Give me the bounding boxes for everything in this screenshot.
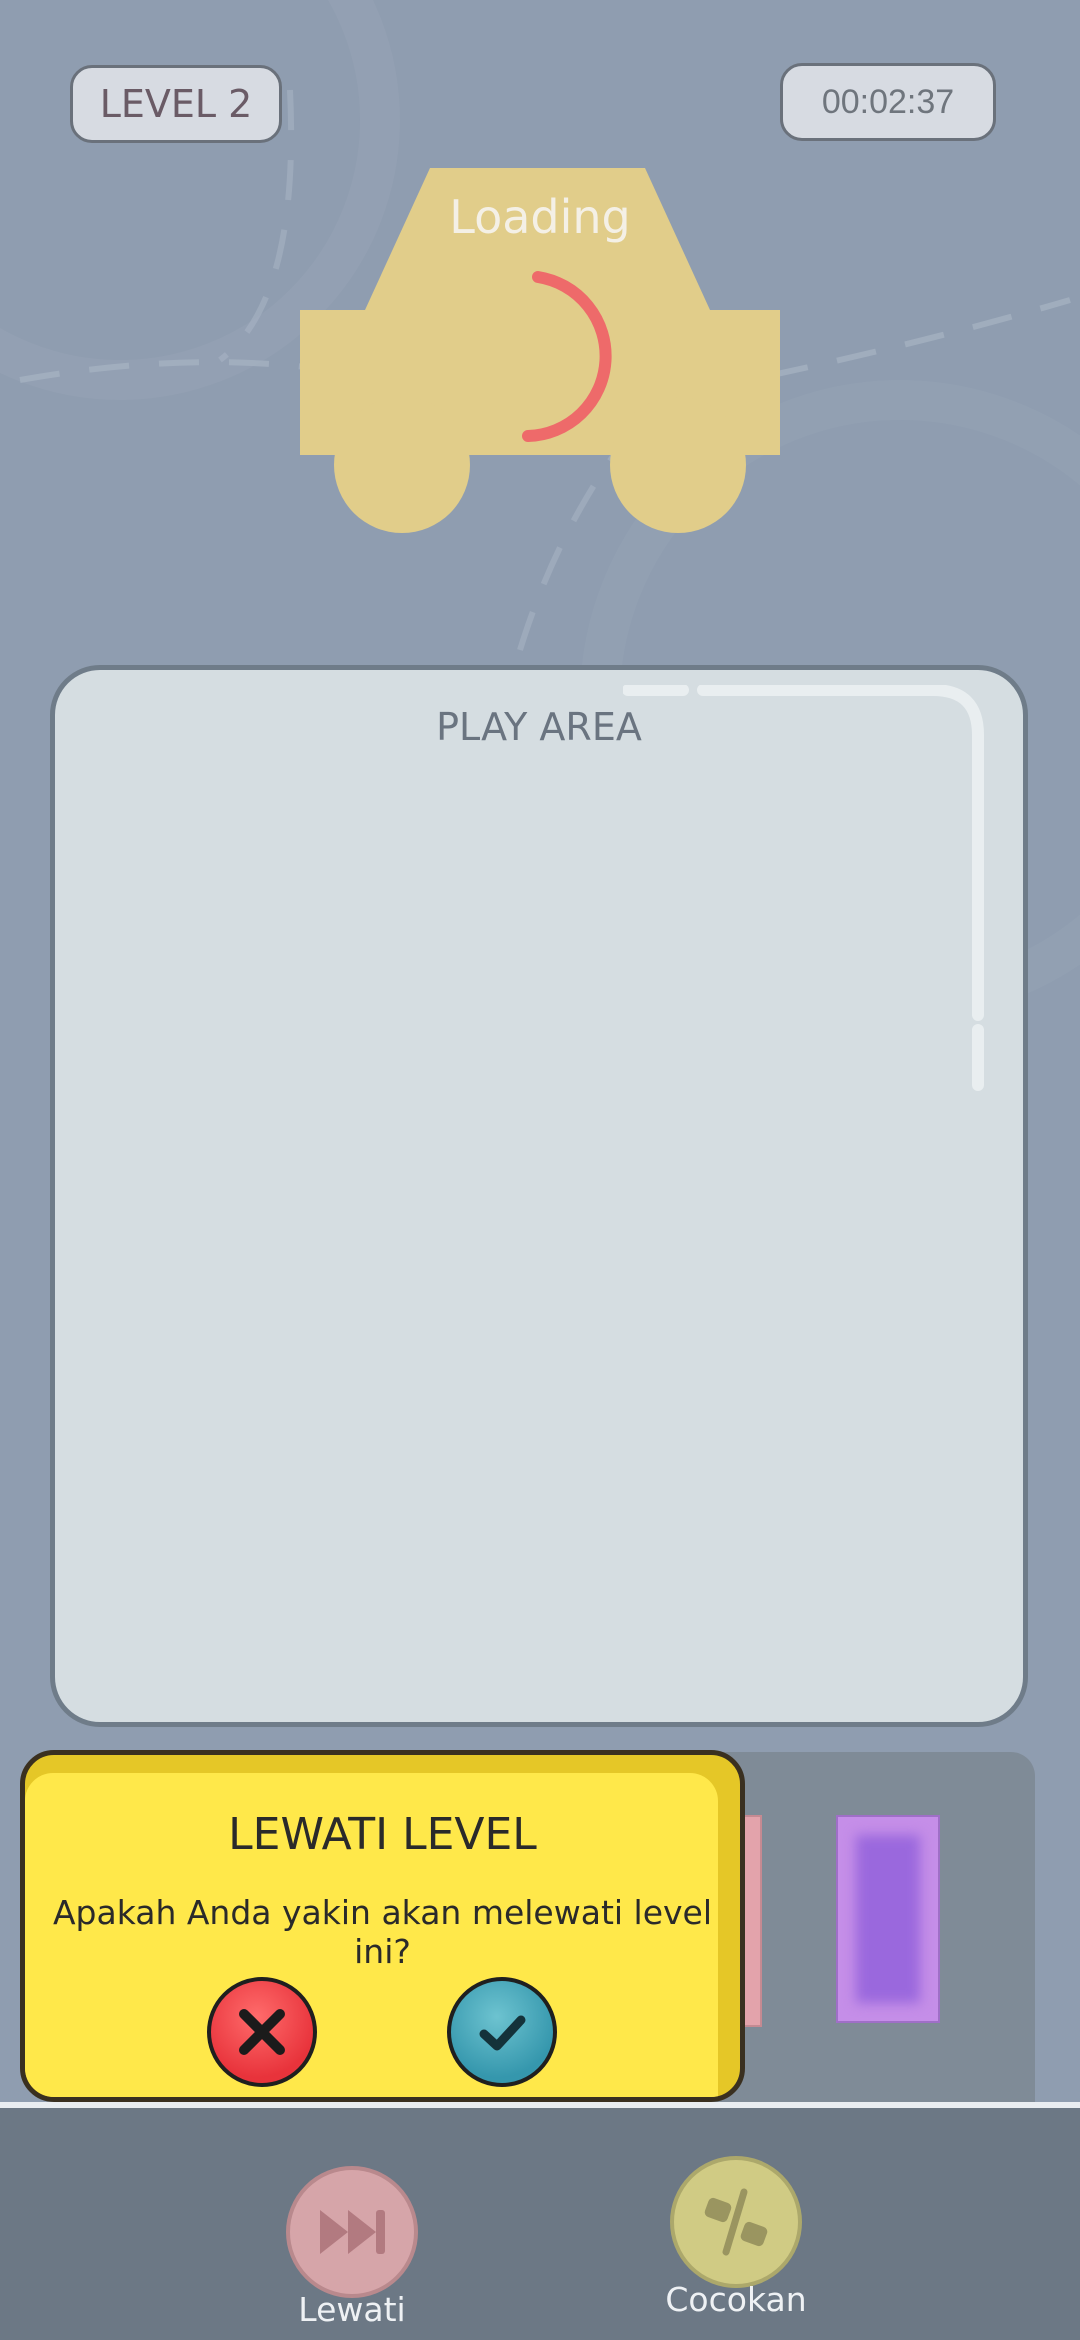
loading-text: Loading	[449, 190, 631, 244]
play-area-highlight	[623, 685, 984, 1091]
skip-level-button[interactable]: Lewati	[252, 2166, 452, 2329]
skip-label: Lewati	[298, 2290, 406, 2329]
cancel-button[interactable]	[207, 1977, 317, 2087]
close-icon	[239, 2009, 285, 2055]
skip-level-dialog: LEWATI LEVEL Apakah Anda yakin akan mele…	[20, 1750, 745, 2102]
dialog-message: Apakah Anda yakin akan melewati level in…	[52, 1893, 713, 1971]
dialog-title: LEWATI LEVEL	[228, 1809, 537, 1860]
level-indicator: LEVEL 2	[70, 65, 282, 143]
play-area[interactable]: PLAY AREA	[50, 665, 1028, 1727]
fast-forward-icon	[320, 2210, 385, 2254]
puzzle-piece-purple[interactable]	[836, 1815, 940, 2023]
match-icon	[704, 2188, 768, 2256]
timer-display: 00:02:37	[780, 63, 996, 141]
confirm-button[interactable]	[447, 1977, 557, 2087]
play-area-label: PLAY AREA	[436, 705, 642, 749]
check-icon	[479, 2015, 526, 2051]
match-label: Cocokan	[665, 2280, 807, 2319]
match-button[interactable]: Cocokan	[636, 2156, 836, 2319]
bottom-bar: Lewati Cocokan	[0, 2102, 1080, 2340]
